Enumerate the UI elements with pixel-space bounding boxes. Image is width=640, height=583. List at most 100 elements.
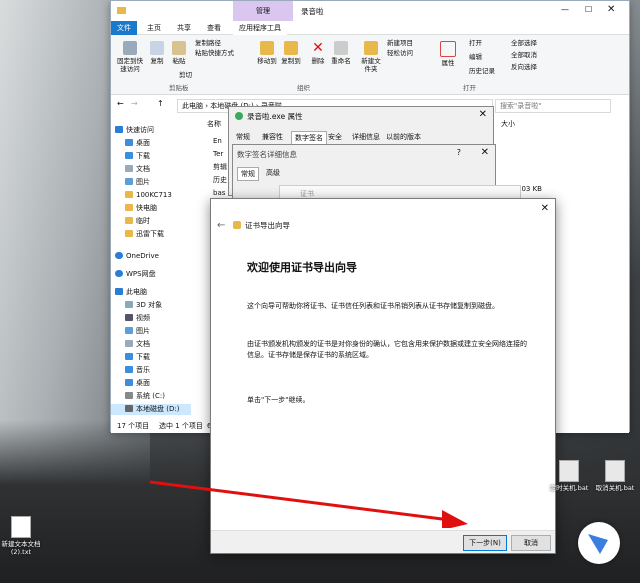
- nav-wps[interactable]: WPS网盘: [115, 269, 156, 280]
- folder-icon: [117, 7, 126, 14]
- properties-button[interactable]: 属性: [437, 41, 459, 67]
- back-arrow-icon[interactable]: ←: [217, 220, 225, 231]
- list-item[interactable]: Ter: [213, 148, 227, 161]
- tab-digital-signature[interactable]: 数字签名: [291, 131, 327, 145]
- breadcrumb-this-pc[interactable]: 此电脑: [182, 102, 203, 110]
- copy-icon: [150, 41, 164, 55]
- search-input[interactable]: 搜索"录音啦": [495, 99, 611, 113]
- edit-button[interactable]: 编辑: [469, 53, 482, 61]
- tab-file[interactable]: 文件: [111, 21, 137, 35]
- history-button[interactable]: 历史记录: [469, 67, 495, 75]
- open-button[interactable]: 打开: [469, 39, 482, 47]
- close-button[interactable]: ✕: [607, 4, 615, 15]
- ribbon-tabs: 文件 主页 共享 查看 应用程序工具: [111, 21, 629, 35]
- nav-documents[interactable]: 文档: [125, 164, 150, 175]
- cancel-button[interactable]: 取消: [511, 535, 551, 551]
- nav-music[interactable]: 音乐: [125, 365, 150, 376]
- select-all-button[interactable]: 全部选择: [511, 39, 537, 47]
- nav-videos[interactable]: 视频: [125, 313, 150, 324]
- close-icon[interactable]: ✕: [541, 203, 549, 214]
- nav-quick-access[interactable]: 快速访问: [115, 125, 154, 136]
- rename-button[interactable]: 重命名: [329, 41, 353, 65]
- nav-folder[interactable]: 临时: [125, 216, 150, 227]
- column-size[interactable]: 大小: [501, 119, 515, 129]
- copy-to-button[interactable]: 复制到: [279, 41, 303, 65]
- nav-drive-c[interactable]: 系统 (C:): [125, 391, 165, 402]
- tab-manage[interactable]: 管理: [233, 1, 293, 21]
- nav-onedrive[interactable]: OneDrive: [115, 251, 159, 262]
- cloud-icon: [115, 270, 123, 277]
- tab-app-tools[interactable]: 应用程序工具: [233, 21, 287, 35]
- nav-pictures[interactable]: 图片: [125, 177, 150, 188]
- maximize-button[interactable]: ☐: [585, 5, 592, 14]
- nav-downloads[interactable]: 下载: [125, 352, 150, 363]
- forward-arrow-icon[interactable]: →: [131, 99, 138, 108]
- minimize-button[interactable]: —: [561, 5, 569, 14]
- app-icon: [235, 112, 243, 120]
- nav-3d[interactable]: 3D 对象: [125, 300, 162, 311]
- list-item[interactable]: 剪辑: [213, 161, 227, 174]
- wizard-heading: 欢迎使用证书导出向导: [247, 261, 357, 274]
- copy-button[interactable]: 复制: [147, 41, 167, 65]
- select-none-button[interactable]: 全部取消: [511, 51, 537, 59]
- next-button[interactable]: 下一步(N): [463, 535, 507, 551]
- nav-drive-d[interactable]: 本地磁盘 (D:): [111, 404, 191, 415]
- tab-security[interactable]: 安全: [325, 131, 345, 143]
- back-arrow-icon[interactable]: ←: [117, 99, 124, 108]
- desktop-file-icon[interactable]: 定时关机.bat: [548, 460, 590, 492]
- desktop-file-icon[interactable]: 新建文本文档 (2).txt: [0, 516, 42, 556]
- nav-this-pc[interactable]: 此电脑: [115, 287, 147, 298]
- move-icon: [260, 41, 274, 55]
- nav-folder[interactable]: 迅雷下载: [125, 229, 164, 240]
- list-item[interactable]: 历史: [213, 174, 227, 187]
- move-to-button[interactable]: 移动到: [255, 41, 279, 65]
- paste-shortcut-button[interactable]: 粘贴快捷方式: [195, 49, 234, 57]
- folder-icon: [125, 230, 133, 237]
- nav-folder[interactable]: 100KC713: [125, 190, 172, 201]
- folder-icon: [125, 191, 133, 198]
- paste-button[interactable]: 粘贴: [169, 41, 189, 65]
- tab-previous-versions[interactable]: 以前的版本: [383, 131, 424, 143]
- tab-general[interactable]: 常规: [237, 167, 259, 181]
- pin-button[interactable]: 固定到快速访问: [115, 41, 145, 73]
- delete-icon: ✕: [312, 40, 324, 56]
- nav-documents[interactable]: 文档: [125, 339, 150, 350]
- close-icon[interactable]: ✕: [479, 109, 487, 120]
- video-icon: [125, 314, 133, 321]
- tab-home[interactable]: 主页: [141, 21, 167, 35]
- delete-button[interactable]: ✕ 删除: [309, 41, 327, 65]
- selection-count: 选中 1 个项目: [159, 422, 203, 430]
- close-icon[interactable]: ✕: [481, 147, 489, 158]
- tab-compatibility[interactable]: 兼容性: [259, 131, 286, 143]
- new-item-button[interactable]: 新建项目: [387, 39, 413, 47]
- tab-view[interactable]: 查看: [201, 21, 227, 35]
- desktop-file-icon[interactable]: 取消关机.bat: [594, 460, 636, 492]
- download-icon: [125, 353, 133, 360]
- download-icon: [125, 152, 133, 159]
- bat-file-icon: [605, 460, 625, 482]
- cloud-icon: [115, 252, 123, 259]
- invert-selection-button[interactable]: 反向选择: [511, 63, 537, 71]
- item-count: 17 个项目: [117, 422, 150, 430]
- tab-advanced[interactable]: 高级: [263, 167, 283, 179]
- tab-share[interactable]: 共享: [171, 21, 197, 35]
- tab-details[interactable]: 详细信息: [349, 131, 383, 143]
- group-open: 打开: [463, 84, 476, 92]
- easy-access-button[interactable]: 轻松访问: [387, 49, 413, 57]
- dialog-title: 录音啦.exe 属性: [247, 112, 303, 121]
- nav-desktop[interactable]: 桌面: [125, 138, 150, 149]
- drive-icon: [125, 392, 133, 399]
- nav-desktop[interactable]: 桌面: [125, 378, 150, 389]
- help-button[interactable]: ?: [457, 148, 461, 157]
- title-bar: 管理 录音啦 — ☐ ✕: [111, 1, 629, 21]
- tab-general[interactable]: 常规: [233, 131, 253, 143]
- up-arrow-icon[interactable]: ↑: [157, 99, 164, 108]
- column-name[interactable]: 名称: [207, 119, 221, 129]
- nav-downloads[interactable]: 下载: [125, 151, 150, 162]
- nav-folder[interactable]: 快电脑: [125, 203, 157, 214]
- copy-path-button[interactable]: 复制路径: [195, 39, 221, 47]
- new-folder-button[interactable]: 新建文件夹: [359, 41, 383, 73]
- list-item[interactable]: En: [213, 135, 227, 148]
- cut-button[interactable]: 剪切: [179, 71, 192, 79]
- nav-pictures[interactable]: 图片: [125, 326, 150, 337]
